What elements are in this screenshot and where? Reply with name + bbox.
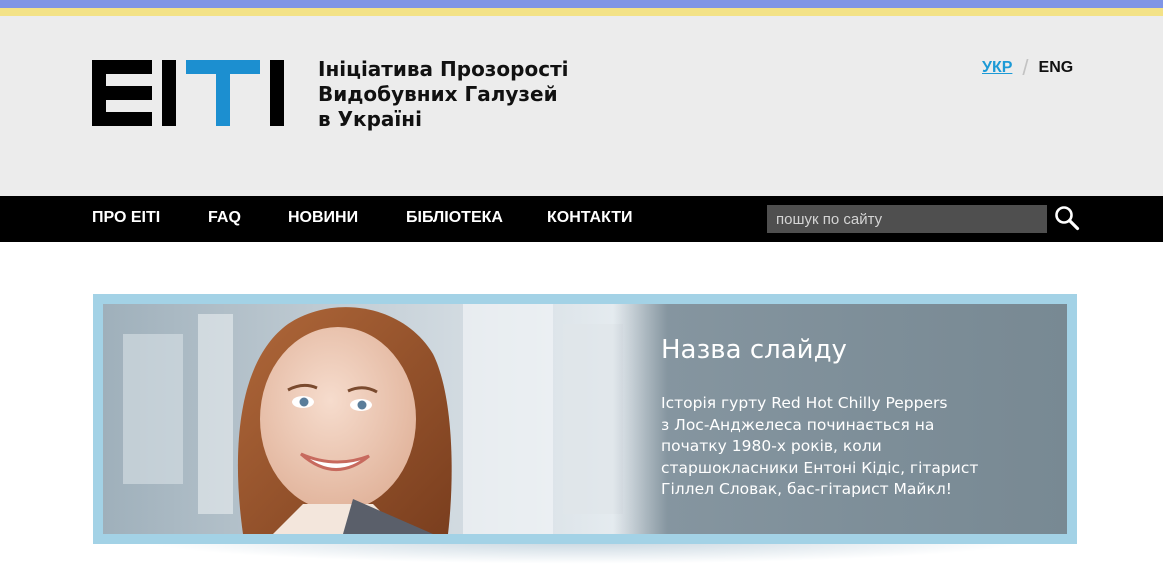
logo-title-line-1: Ініціатива Прозорості bbox=[318, 57, 569, 81]
nav-item-about[interactable]: ПРО ЕІТІ bbox=[92, 196, 160, 242]
nav-item-faq[interactable]: FAQ bbox=[208, 196, 241, 242]
logo-letter-t-stem bbox=[216, 60, 230, 126]
top-stripe-blue bbox=[0, 0, 1163, 8]
slide-text-line-1: Історія гурту Red Hot Chilly Peppers bbox=[661, 394, 948, 412]
logo-title: Ініціатива Прозорості Видобувних Галузей… bbox=[318, 57, 638, 132]
slide-text-line-2: з Лос-Анджелеса починається на bbox=[661, 415, 935, 434]
logo-title-line-2: Видобувних Галузей bbox=[318, 82, 558, 106]
nav-item-contacts[interactable]: КОНТАКТИ bbox=[547, 196, 633, 242]
slide-title: Назва слайду bbox=[661, 335, 847, 365]
search-input[interactable] bbox=[767, 205, 1047, 233]
logo-title-line-3: в Україні bbox=[318, 107, 422, 131]
lang-ukr-link[interactable]: УКР bbox=[982, 59, 1012, 77]
search-icon[interactable] bbox=[1054, 205, 1080, 231]
slide-text-line-5: Гіллел Словак, бас-гітарист Майкл! bbox=[661, 480, 952, 498]
logo-letter-i1 bbox=[162, 60, 176, 126]
lang-separator: / bbox=[1022, 55, 1029, 80]
logo-letter-e-stem bbox=[92, 60, 106, 126]
slide-text-line-3: початку 1980-х років, коли bbox=[661, 437, 882, 455]
lang-eng-link[interactable]: ENG bbox=[1039, 59, 1074, 77]
language-switcher: УКР / ENG bbox=[982, 55, 1074, 80]
main-nav: ПРО ЕІТІ FAQ НОВИНИ БІБЛІОТЕКА КОНТАКТИ bbox=[0, 196, 1163, 242]
slide-text-line-4: старшокласники Ентоні Кідіс, гітарист bbox=[661, 458, 979, 477]
slide-description: Історія гурту Red Hot Chilly Peppers з Л… bbox=[661, 393, 1011, 501]
eiti-logo[interactable] bbox=[92, 60, 302, 126]
top-stripe-yellow bbox=[0, 8, 1163, 16]
logo-letter-i2 bbox=[270, 60, 284, 126]
nav-item-news[interactable]: НОВИНИ bbox=[288, 196, 358, 242]
nav-item-library[interactable]: БІБЛІОТЕКА bbox=[406, 196, 503, 242]
